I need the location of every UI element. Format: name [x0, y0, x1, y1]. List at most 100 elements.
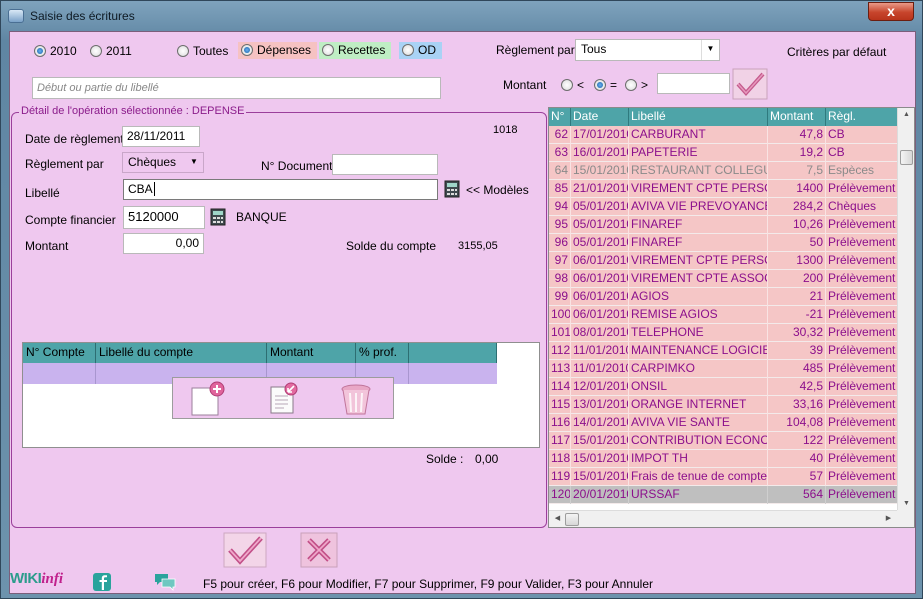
- entry-payment[interactable]: Prélèvement: [826, 378, 897, 396]
- entry-date[interactable]: 15/01/2010: [571, 162, 629, 180]
- entry-libelle[interactable]: FINAREF: [629, 216, 768, 234]
- entry-number[interactable]: 120: [549, 486, 571, 504]
- entry-number[interactable]: 85: [549, 180, 571, 198]
- entry-payment[interactable]: Prélèvement: [826, 306, 897, 324]
- entry-amount[interactable]: 47,8: [768, 126, 826, 144]
- entry-date[interactable]: 06/01/2010: [571, 252, 629, 270]
- entry-libelle[interactable]: URSSAF: [629, 486, 768, 504]
- entry-date[interactable]: 14/01/2010: [571, 414, 629, 432]
- entry-date[interactable]: 11/01/2010: [571, 360, 629, 378]
- radio-op-gt[interactable]: >: [625, 78, 648, 92]
- radio-year-2011[interactable]: 2011: [90, 44, 132, 58]
- column-header-account-number[interactable]: N° Compte: [23, 343, 96, 363]
- column-header-payment[interactable]: Règl.: [826, 108, 897, 126]
- table-row[interactable]: 11715/01/2010CONTRIBUTION ECONOMIQ122Pré…: [549, 432, 897, 450]
- table-row[interactable]: 64 15/01/2010 RESTAURANT COLLEGUE 7,5 Espèce…: [549, 162, 897, 180]
- table-row[interactable]: 96 05/01/2010 FINAREF 50 Prélèvement: [549, 234, 897, 252]
- entry-number[interactable]: 100: [549, 306, 571, 324]
- close-button[interactable]: x: [868, 2, 914, 21]
- table-row[interactable]: 94 05/01/2010 AVIVA VIE PREVOYANCE 284,2 Chè…: [549, 198, 897, 216]
- entry-payment[interactable]: Prélèvement: [826, 180, 897, 198]
- entry-amount[interactable]: 19,2: [768, 144, 826, 162]
- entry-libelle[interactable]: ORANGE INTERNET: [629, 396, 768, 414]
- entry-amount[interactable]: 42,5: [768, 378, 826, 396]
- entry-libelle[interactable]: CARBURANT: [629, 126, 768, 144]
- table-row[interactable]: 100 06/01/2010 REMISE AGIOS -21 Prélèvement: [549, 306, 897, 324]
- amount-field[interactable]: 0,00: [123, 233, 204, 254]
- entry-amount[interactable]: 564: [768, 486, 826, 504]
- scroll-thumb[interactable]: [900, 150, 913, 165]
- entry-amount[interactable]: -21: [768, 306, 826, 324]
- entry-amount[interactable]: 57: [768, 468, 826, 486]
- facebook-button[interactable]: [92, 572, 112, 592]
- table-row[interactable]: 120 20/01/2010 URSSAF 564 Prélèvement: [549, 486, 897, 504]
- entry-libelle[interactable]: PAPETERIE: [629, 144, 768, 162]
- vertical-scrollbar[interactable]: ▲ ▼: [897, 108, 914, 510]
- entry-amount[interactable]: 40: [768, 450, 826, 468]
- entry-amount[interactable]: 200: [768, 270, 826, 288]
- entry-libelle[interactable]: Frais de tenue de compte ba: [629, 468, 768, 486]
- libelle-field[interactable]: CBA: [123, 179, 438, 200]
- entry-amount[interactable]: 21: [768, 288, 826, 306]
- table-row[interactable]: 115 13/01/2010 ORANGE INTERNET 33,16 Prélève…: [549, 396, 897, 414]
- table-row[interactable]: 11915/01/2010Frais de tenue de compte ba…: [549, 468, 897, 486]
- entry-payment[interactable]: Prélèvement: [826, 360, 897, 378]
- entry-number[interactable]: 95: [549, 216, 571, 234]
- radio-op-lt[interactable]: <: [561, 78, 584, 92]
- entry-number[interactable]: 116: [549, 414, 571, 432]
- entry-amount[interactable]: 104,08: [768, 414, 826, 432]
- entry-amount[interactable]: 39: [768, 342, 826, 360]
- entry-number[interactable]: 96: [549, 234, 571, 252]
- chat-button[interactable]: [153, 572, 177, 592]
- account-calculator-button[interactable]: [210, 208, 226, 226]
- radio-type-income[interactable]: Recettes: [319, 42, 392, 59]
- table-row[interactable]: 9806/01/2010VIREMENT CPTE ASSOCIE200Prél…: [549, 270, 897, 288]
- entry-number[interactable]: 113: [549, 360, 571, 378]
- entry-date[interactable]: 06/01/2010: [571, 288, 629, 306]
- wikiinfi-logo[interactable]: WIKIinfi: [10, 570, 63, 588]
- entry-date[interactable]: 15/01/2010: [571, 450, 629, 468]
- entry-date[interactable]: 15/01/2010: [571, 468, 629, 486]
- entry-libelle[interactable]: AGIOS: [629, 288, 768, 306]
- entry-payment[interactable]: CB: [826, 126, 897, 144]
- entry-number[interactable]: 63: [549, 144, 571, 162]
- table-row[interactable]: 95 05/01/2010 FINAREF 10,26 Prélèvement: [549, 216, 897, 234]
- radio-op-eq[interactable]: =: [594, 78, 617, 92]
- column-header-amount[interactable]: Montant: [768, 108, 826, 126]
- entry-amount[interactable]: 122: [768, 432, 826, 450]
- entry-payment[interactable]: Prélèvement: [826, 396, 897, 414]
- scroll-thumb[interactable]: [565, 513, 579, 526]
- entry-payment[interactable]: Prélèvement: [826, 252, 897, 270]
- table-row[interactable]: 62 17/01/2010 CARBURANT 47,8 CB: [549, 126, 897, 144]
- entry-date[interactable]: 13/01/2010: [571, 396, 629, 414]
- column-header-percent-prof[interactable]: % prof.: [356, 343, 409, 363]
- horizontal-scrollbar[interactable]: ◀ ▶: [549, 510, 897, 527]
- entry-number[interactable]: 119: [549, 468, 571, 486]
- table-row[interactable]: 118 15/01/2010 IMPOT TH 40 Prélèvement: [549, 450, 897, 468]
- entry-amount[interactable]: 30,32: [768, 324, 826, 342]
- entry-date[interactable]: 12/01/2010: [571, 378, 629, 396]
- column-header-libelle[interactable]: Libellé: [629, 108, 768, 126]
- entry-libelle[interactable]: VIREMENT CPTE ASSOCIE: [629, 270, 768, 288]
- entry-number[interactable]: 98: [549, 270, 571, 288]
- entry-number[interactable]: 62: [549, 126, 571, 144]
- column-header-number[interactable]: N°: [549, 108, 571, 126]
- entry-libelle[interactable]: CONTRIBUTION ECONOMIQ: [629, 432, 768, 450]
- entry-libelle[interactable]: MAINTENANCE LOGICIEL AG: [629, 342, 768, 360]
- entry-number[interactable]: 115: [549, 396, 571, 414]
- table-row[interactable]: 101 08/01/2010 TELEPHONE 30,32 Prélèvement: [549, 324, 897, 342]
- edit-line-button[interactable]: [265, 381, 301, 417]
- entry-number[interactable]: 94: [549, 198, 571, 216]
- table-row[interactable]: 97 06/01/2010 VIREMENT CPTE PERSO 1300 Prélè…: [549, 252, 897, 270]
- entry-amount[interactable]: 7,5: [768, 162, 826, 180]
- entry-amount[interactable]: 485: [768, 360, 826, 378]
- table-row[interactable]: 114 12/01/2010 ONSIL 42,5 Prélèvement: [549, 378, 897, 396]
- entry-libelle[interactable]: ONSIL: [629, 378, 768, 396]
- validate-button[interactable]: [223, 532, 267, 568]
- entry-libelle[interactable]: FINAREF: [629, 234, 768, 252]
- document-number-field[interactable]: [332, 154, 438, 175]
- table-cell[interactable]: [23, 363, 96, 384]
- add-line-button[interactable]: [189, 381, 225, 417]
- entry-date[interactable]: 06/01/2010: [571, 306, 629, 324]
- table-row[interactable]: 11211/01/2010MAINTENANCE LOGICIEL AG39Pr…: [549, 342, 897, 360]
